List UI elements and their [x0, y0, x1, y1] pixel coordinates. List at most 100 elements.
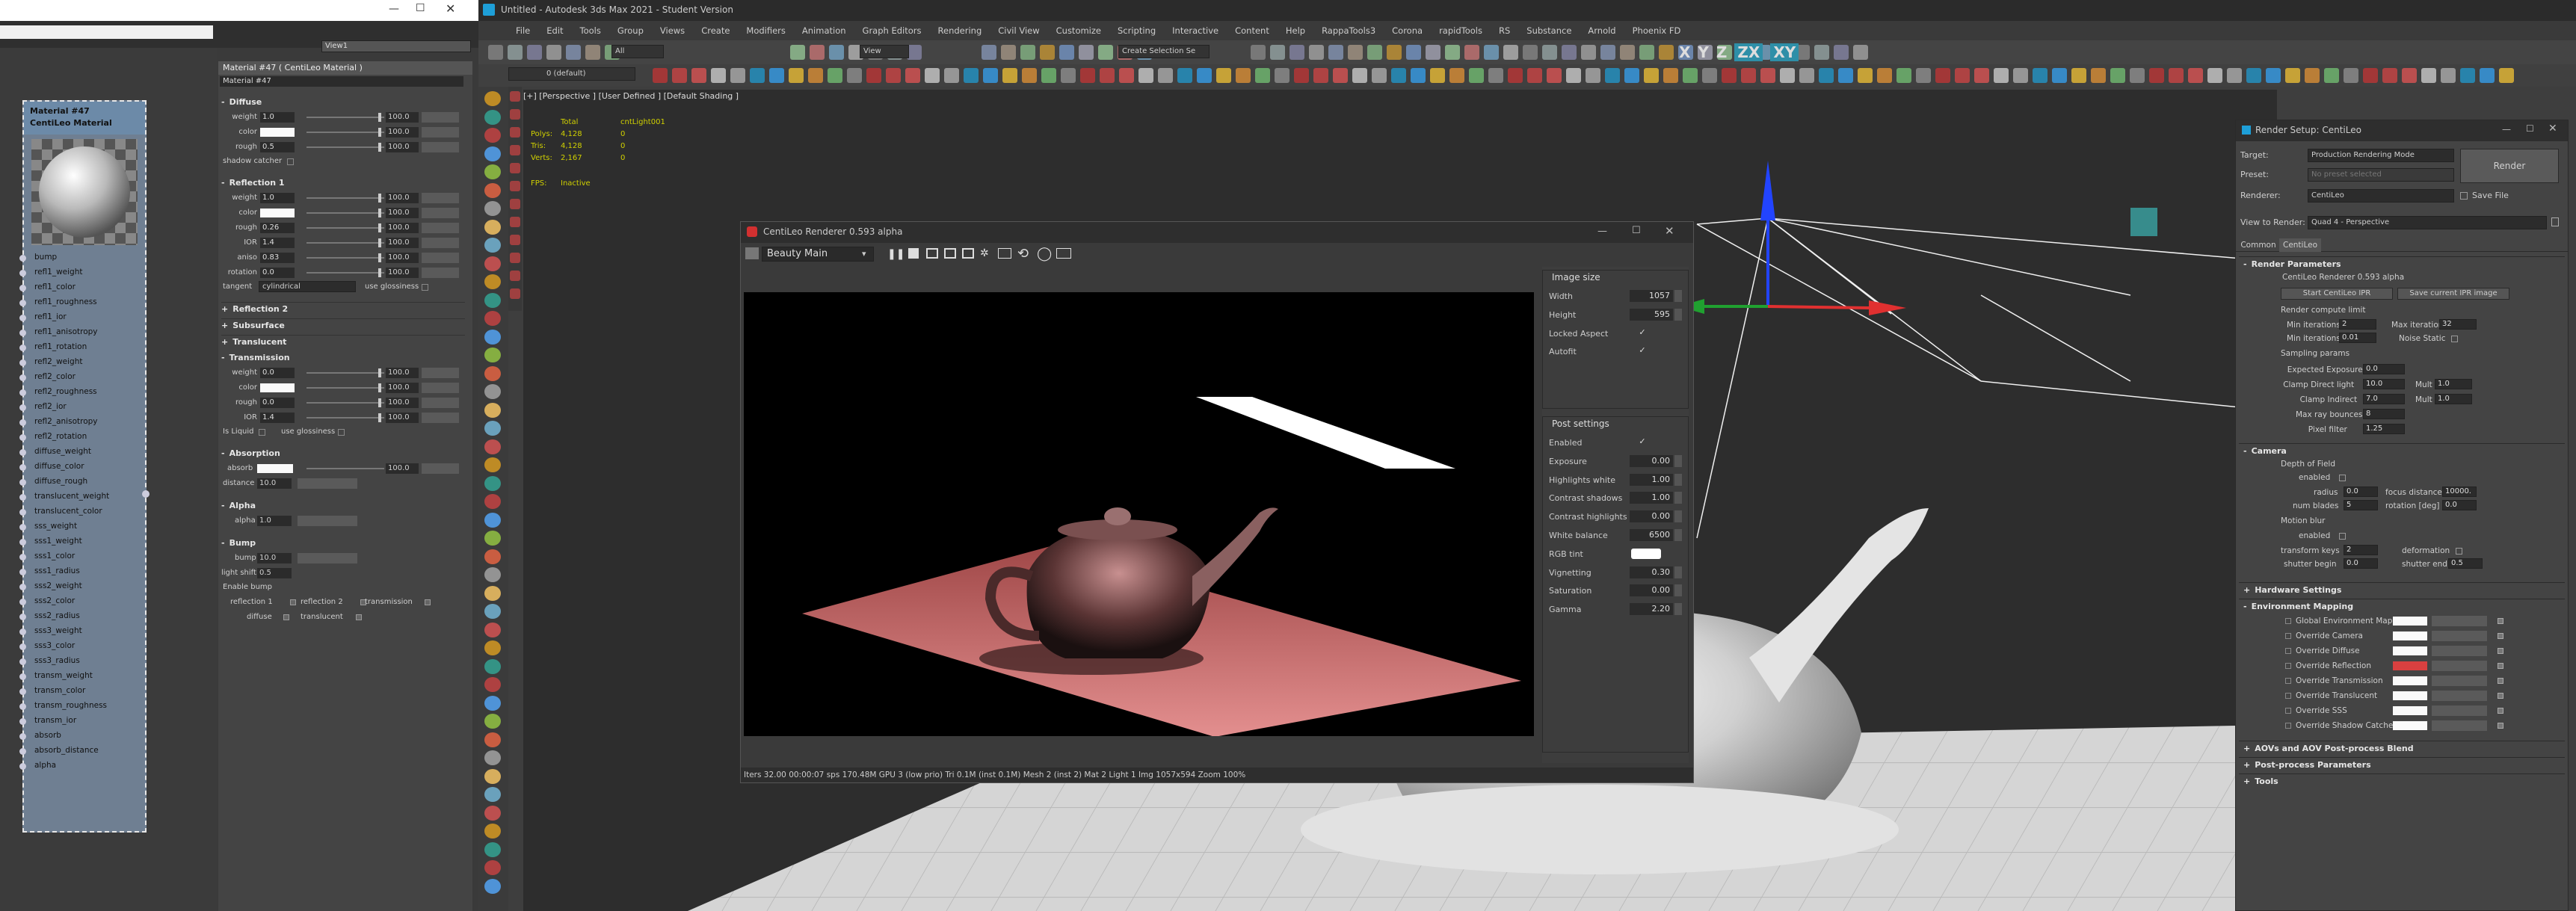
toolbar-tool-icon[interactable] — [1853, 45, 1868, 60]
node-socket[interactable]: refl2_rotation — [19, 430, 145, 444]
socket-dot[interactable] — [19, 688, 26, 695]
slider-thumb[interactable] — [378, 253, 381, 262]
color-swatch[interactable] — [260, 209, 295, 217]
env-color-swatch[interactable] — [2393, 646, 2427, 655]
color-swatch[interactable] — [260, 383, 295, 392]
command-strip-icon[interactable] — [484, 402, 501, 418]
toolbar-tool-icon[interactable] — [1098, 45, 1113, 60]
toolbar-tool-icon[interactable] — [1581, 45, 1596, 60]
param-max[interactable]: 100.0 — [386, 413, 419, 423]
copy-icon[interactable] — [962, 248, 974, 259]
ribbon-tool-icon[interactable] — [828, 68, 842, 83]
map-button[interactable] — [422, 223, 459, 233]
gizmo-x-arrow[interactable] — [1869, 300, 1906, 315]
ribbon-tool-icon[interactable] — [2285, 68, 2300, 83]
socket-dot[interactable] — [19, 315, 26, 321]
output-socket[interactable] — [142, 490, 150, 498]
toolbar-tool-icon[interactable] — [1406, 45, 1421, 60]
command-strip-icon[interactable] — [510, 199, 520, 209]
socket-dot[interactable] — [19, 748, 26, 755]
slider-track[interactable] — [306, 272, 384, 274]
node-socket[interactable]: refl2_ior — [19, 401, 145, 414]
render-image[interactable] — [744, 292, 1534, 736]
socket-dot[interactable] — [19, 509, 26, 516]
material-node[interactable]: Material #47 CentiLeo Material bump refl1… — [19, 100, 150, 833]
collapsed-rollout[interactable]: + Reflection 2 — [221, 302, 465, 315]
ribbon-tool-icon[interactable] — [964, 68, 979, 83]
ribbon-tool-icon[interactable] — [2130, 68, 2145, 83]
spinner-arrows-icon[interactable] — [1674, 290, 1682, 302]
close-icon[interactable]: ✕ — [446, 1, 455, 16]
socket-dot[interactable] — [19, 449, 26, 456]
view-to-render-dropdown[interactable]: Quad 4 - Perspective — [2308, 216, 2547, 229]
param-max[interactable]: 100.0 — [386, 238, 419, 248]
shadow-catcher-checkbox[interactable] — [287, 158, 294, 165]
ribbon-tool-icon[interactable] — [1469, 68, 1484, 83]
command-strip-icon[interactable] — [510, 91, 520, 102]
command-strip-icon[interactable] — [484, 841, 501, 857]
axis-constraint-xy[interactable]: XY — [1770, 43, 1799, 61]
deformation-checkbox[interactable] — [2456, 548, 2462, 555]
ribbon-tool-icon[interactable] — [1119, 68, 1134, 83]
map-button[interactable] — [422, 463, 459, 474]
cl-setting-value[interactable]: 0.30 — [1630, 566, 1673, 578]
param-max[interactable]: 100.0 — [386, 268, 419, 278]
cl-setting-value[interactable]: 0.00 — [1630, 510, 1673, 523]
node-socket[interactable]: sss1_weight — [19, 535, 145, 549]
bump-flag-checkbox[interactable] — [356, 614, 363, 620]
toolbar-tool-icon[interactable] — [1523, 45, 1538, 60]
command-strip-icon[interactable] — [510, 288, 520, 299]
env-color-swatch[interactable] — [2393, 676, 2427, 685]
save-ipr-button[interactable]: Save current IPR image — [2397, 288, 2509, 300]
cl-setting-checkbox[interactable]: ✓ — [1637, 327, 1648, 338]
node-socket[interactable]: alpha — [19, 759, 145, 773]
socket-dot[interactable] — [19, 629, 26, 635]
param-spinner[interactable]: 1.0 — [260, 193, 295, 203]
command-strip-icon[interactable] — [484, 878, 501, 894]
cl-maximize-icon[interactable]: ☐ — [1632, 225, 1641, 236]
ribbon-tool-icon[interactable] — [1061, 68, 1076, 83]
rgb-tint-swatch[interactable] — [1631, 548, 1661, 559]
view-dropdown[interactable]: View1 — [321, 40, 471, 52]
node-socket[interactable]: refl1_color — [19, 281, 145, 294]
slider-track[interactable] — [306, 212, 384, 214]
gear-icon[interactable]: ✲ — [980, 247, 989, 259]
menu-item[interactable]: Modifiers — [746, 25, 786, 36]
ribbon-tool-icon[interactable] — [2227, 68, 2242, 83]
lock-icon[interactable] — [2551, 217, 2559, 226]
command-strip-icon[interactable] — [484, 128, 501, 143]
env-map-button[interactable] — [2432, 705, 2487, 716]
transm-use-glossiness-checkbox[interactable] — [338, 429, 345, 436]
refresh-icon[interactable]: ◯ — [1037, 246, 1052, 262]
toolbar-tool-icon[interactable] — [1814, 45, 1829, 60]
command-strip-icon[interactable] — [484, 238, 501, 253]
ribbon-tool-icon[interactable] — [925, 68, 940, 83]
toolbar-tool-icon[interactable] — [1639, 45, 1654, 60]
radius-spinner[interactable]: 0.0 — [2344, 487, 2378, 497]
toolbar-tool-icon[interactable] — [1289, 45, 1304, 60]
ribbon-tool-icon[interactable] — [983, 68, 998, 83]
socket-dot[interactable] — [19, 524, 26, 531]
param-max[interactable]: 100.0 — [386, 208, 419, 218]
command-strip-icon[interactable] — [484, 182, 501, 198]
ribbon-tool-icon[interactable] — [2344, 68, 2358, 83]
node-socket[interactable]: refl2_color — [19, 371, 145, 384]
node-socket[interactable]: refl1_roughness — [19, 296, 145, 309]
node-socket[interactable]: refl1_rotation — [19, 341, 145, 354]
ribbon-tool-icon[interactable] — [2363, 68, 2378, 83]
absorb-max[interactable]: 100.0 — [386, 463, 419, 474]
command-strip-icon[interactable] — [484, 439, 501, 454]
ribbon-tool-icon[interactable] — [1974, 68, 1989, 83]
cl-setting-value[interactable]: 2.20 — [1630, 603, 1673, 616]
ribbon-tool-icon[interactable] — [789, 68, 804, 83]
env-override-checkbox[interactable] — [2285, 678, 2291, 684]
ribbon-tool-icon[interactable] — [1663, 68, 1678, 83]
menu-item[interactable]: Scripting — [1118, 25, 1156, 36]
ribbon-tool-icon[interactable] — [1527, 68, 1542, 83]
slider-thumb[interactable] — [378, 223, 381, 232]
ribbon-tool-icon[interactable] — [1391, 68, 1406, 83]
toolbar-tool-icon[interactable] — [585, 45, 600, 60]
map-button[interactable] — [422, 193, 459, 203]
bump-map-button[interactable] — [298, 553, 357, 563]
command-strip-icon[interactable] — [484, 585, 501, 601]
